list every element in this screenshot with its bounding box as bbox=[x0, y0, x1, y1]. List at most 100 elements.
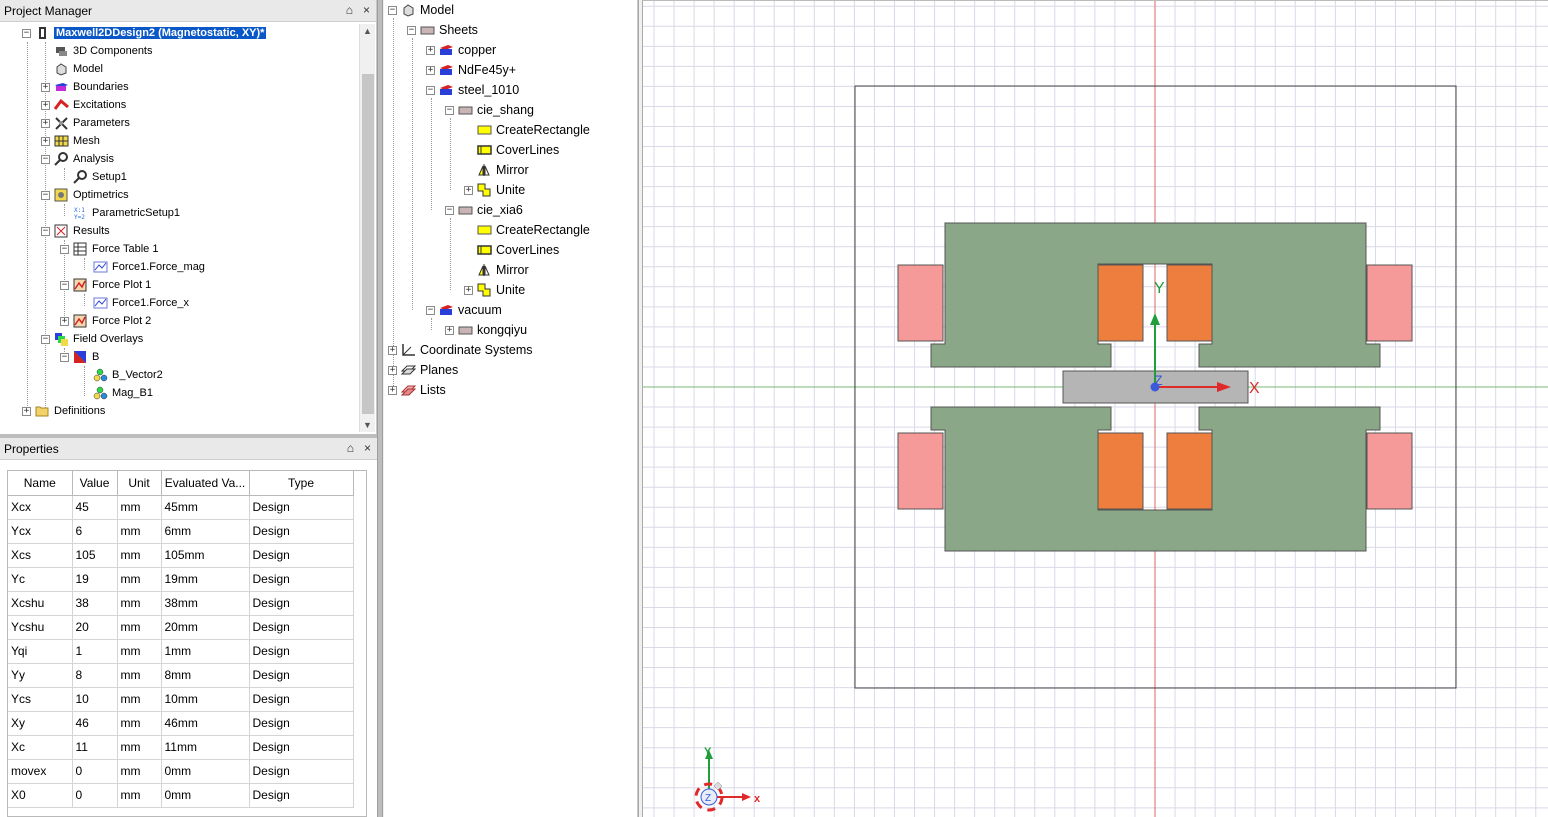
tree-item-parameters[interactable]: + Parameters bbox=[41, 114, 130, 132]
coil-lower-left[interactable] bbox=[897, 432, 944, 510]
table-row[interactable]: Yy 8 mm 8mm Design bbox=[8, 663, 354, 688]
collapse-icon[interactable]: − bbox=[41, 190, 50, 200]
coil-upper-right[interactable] bbox=[1366, 264, 1413, 342]
tree-item-force-table-1[interactable]: − Force Table 1 bbox=[60, 240, 158, 258]
table-row[interactable]: movex 0 mm 0mm Design bbox=[8, 759, 354, 784]
cell-value[interactable]: 8 bbox=[72, 663, 118, 688]
model-tree-item-ndfe45y[interactable]: + NdFe45y+ bbox=[426, 60, 516, 80]
magnet-upper-left[interactable] bbox=[1097, 264, 1144, 342]
collapse-icon[interactable]: − bbox=[426, 305, 435, 315]
model-tree-item-planes[interactable]: + Planes bbox=[388, 360, 458, 380]
expand-icon[interactable]: + bbox=[426, 45, 435, 55]
model-tree-item-vacuum[interactable]: − vacuum bbox=[426, 300, 502, 320]
coil-lower-right[interactable] bbox=[1366, 432, 1413, 510]
project-tree-scrollbar[interactable]: ▲ ▼ bbox=[359, 24, 375, 432]
cell-value[interactable]: 19 bbox=[72, 567, 118, 592]
tree-item-force1-force-mag[interactable]: Force1.Force_mag bbox=[80, 258, 205, 276]
panel-splitter-vertical[interactable] bbox=[377, 0, 383, 817]
column-header-type[interactable]: Type bbox=[249, 471, 354, 496]
cell-value[interactable]: 0 bbox=[72, 759, 118, 784]
expand-icon[interactable]: + bbox=[41, 82, 50, 92]
table-row[interactable]: Xcshu 38 mm 38mm Design bbox=[8, 591, 354, 616]
tree-item-boundaries[interactable]: + Boundaries bbox=[41, 78, 129, 96]
collapse-icon[interactable]: − bbox=[60, 244, 69, 254]
tree-item-definitions[interactable]: + Definitions bbox=[22, 402, 105, 420]
cell-value[interactable]: 10 bbox=[72, 687, 118, 712]
expand-icon[interactable]: + bbox=[445, 325, 454, 335]
collapse-icon[interactable]: − bbox=[22, 28, 31, 38]
table-row[interactable]: Yc 19 mm 19mm Design bbox=[8, 567, 354, 592]
tree-item-b[interactable]: − B bbox=[60, 348, 99, 366]
scroll-down-icon[interactable]: ▼ bbox=[363, 420, 372, 430]
scroll-up-icon[interactable]: ▲ bbox=[363, 26, 372, 36]
model-tree-item-sheets[interactable]: − Sheets bbox=[407, 20, 478, 40]
design-node[interactable]: − Maxwell2DDesign2 (Magnetostatic, XY)* bbox=[22, 24, 267, 42]
model-tree-item-unite[interactable]: + Unite bbox=[464, 180, 525, 200]
cell-value[interactable]: 20 bbox=[72, 615, 118, 640]
table-row[interactable]: Xcs 105 mm 105mm Design bbox=[8, 543, 354, 568]
cell-value[interactable]: 105 bbox=[72, 543, 118, 568]
collapse-icon[interactable]: − bbox=[445, 205, 454, 215]
column-header-unit[interactable]: Unit bbox=[117, 471, 162, 496]
magnet-lower-left[interactable] bbox=[1097, 432, 1144, 510]
cell-value[interactable]: 1 bbox=[72, 639, 118, 664]
tree-item-b-vector2[interactable]: B_Vector2 bbox=[80, 366, 163, 384]
close-icon[interactable]: × bbox=[363, 3, 370, 17]
expand-icon[interactable]: + bbox=[60, 316, 69, 326]
model-tree-item-coverlines-2[interactable]: CoverLines bbox=[464, 240, 559, 260]
tree-item-force1-force-x[interactable]: Force1.Force_x bbox=[80, 294, 189, 312]
table-row[interactable]: Xc 11 mm 11mm Design bbox=[8, 735, 354, 760]
collapse-icon[interactable]: − bbox=[41, 226, 50, 236]
viewport-canvas[interactable]: Y X Z Y x Z bbox=[643, 1, 1548, 817]
tree-item-results[interactable]: − Results bbox=[41, 222, 110, 240]
table-row[interactable]: Ycshu 20 mm 20mm Design bbox=[8, 615, 354, 640]
cell-value[interactable]: 11 bbox=[72, 735, 118, 760]
table-row[interactable]: Ycx 6 mm 6mm Design bbox=[8, 519, 354, 544]
model-tree-item-coordinate-systems[interactable]: + Coordinate Systems bbox=[388, 340, 533, 360]
model-tree-item-steel-1010[interactable]: − steel_1010 bbox=[426, 80, 519, 100]
model-tree-item-createrectangle[interactable]: CreateRectangle bbox=[464, 120, 590, 140]
column-header-value[interactable]: Value bbox=[72, 471, 118, 496]
tree-item-model[interactable]: Model bbox=[41, 60, 103, 78]
model-tree-item-cie-shang[interactable]: − cie_shang bbox=[445, 100, 534, 120]
cell-value[interactable]: 45 bbox=[72, 495, 118, 520]
table-row[interactable]: Yqi 1 mm 1mm Design bbox=[8, 639, 354, 664]
tree-item-3d-components[interactable]: 3D Components bbox=[41, 42, 153, 60]
tree-item-force-plot-2[interactable]: + Force Plot 2 bbox=[60, 312, 151, 330]
expand-icon[interactable]: + bbox=[41, 100, 50, 110]
tree-item-setup1[interactable]: Setup1 bbox=[60, 168, 127, 186]
tree-item-force-plot-1[interactable]: − Force Plot 1 bbox=[60, 276, 151, 294]
model-tree-item-unite-2[interactable]: + Unite bbox=[464, 280, 525, 300]
table-row[interactable]: Xcx 45 mm 45mm Design bbox=[8, 495, 354, 520]
expand-icon[interactable]: + bbox=[388, 385, 397, 395]
collapse-icon[interactable]: − bbox=[60, 352, 69, 362]
model-tree-item-copper[interactable]: + copper bbox=[426, 40, 496, 60]
model-tree-item-createrectangle-2[interactable]: CreateRectangle bbox=[464, 220, 590, 240]
table-row[interactable]: Ycs 10 mm 10mm Design bbox=[8, 687, 354, 712]
cell-value[interactable]: 6 bbox=[72, 519, 118, 544]
modeler-viewport[interactable]: Y X Z Y x Z bbox=[642, 0, 1548, 817]
tree-item-mesh[interactable]: + Mesh bbox=[41, 132, 100, 150]
pin-icon[interactable]: ⌂ bbox=[346, 3, 353, 17]
collapse-icon[interactable]: − bbox=[388, 5, 397, 15]
model-tree-item-lists[interactable]: + Lists bbox=[388, 380, 446, 400]
cell-value[interactable]: 0 bbox=[72, 783, 118, 808]
expand-icon[interactable]: + bbox=[464, 185, 473, 195]
column-header-evaluated-value[interactable]: Evaluated Va... bbox=[161, 471, 250, 496]
orientation-triad[interactable]: Y x Z bbox=[694, 746, 761, 812]
collapse-icon[interactable]: − bbox=[60, 280, 69, 290]
collapse-icon[interactable]: − bbox=[41, 334, 50, 344]
expand-icon[interactable]: + bbox=[41, 136, 50, 146]
pin-icon[interactable]: ⌂ bbox=[347, 441, 354, 455]
model-tree-item-kongqiyu[interactable]: + kongqiyu bbox=[445, 320, 527, 340]
cell-value[interactable]: 46 bbox=[72, 711, 118, 736]
expand-icon[interactable]: + bbox=[388, 345, 397, 355]
tree-item-excitations[interactable]: + Excitations bbox=[41, 96, 126, 114]
expand-icon[interactable]: + bbox=[426, 65, 435, 75]
table-row[interactable]: X0 0 mm 0mm Design bbox=[8, 783, 354, 808]
collapse-icon[interactable]: − bbox=[41, 154, 50, 164]
expand-icon[interactable]: + bbox=[388, 365, 397, 375]
collapse-icon[interactable]: − bbox=[407, 25, 416, 35]
scrollbar-thumb[interactable] bbox=[362, 74, 374, 414]
expand-icon[interactable]: + bbox=[464, 285, 473, 295]
